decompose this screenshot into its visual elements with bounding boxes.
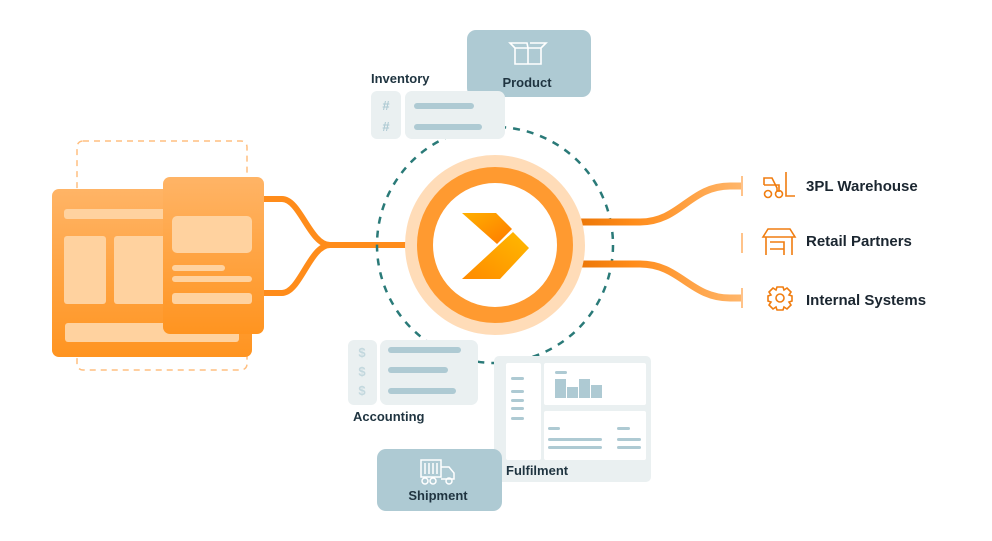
hash-icon: # bbox=[382, 119, 390, 134]
hub-logo bbox=[405, 155, 585, 335]
dollar-icon: $ bbox=[358, 364, 366, 379]
storefront-icon bbox=[761, 228, 797, 255]
fulfilment-card: Fulfilment bbox=[494, 356, 651, 482]
product-label: Product bbox=[502, 75, 552, 90]
accounting-label: Accounting bbox=[353, 409, 425, 424]
destination-retail-partners: Retail Partners bbox=[761, 228, 912, 255]
dollar-icon: $ bbox=[358, 383, 366, 398]
fulfilment-label: Fulfilment bbox=[506, 463, 569, 478]
integration-diagram: Product Inventory # # $ $ $ Accounting F… bbox=[52, 30, 926, 511]
destination-label: 3PL Warehouse bbox=[806, 178, 918, 195]
destination-label: Retail Partners bbox=[806, 233, 912, 250]
connector-lines-left bbox=[262, 196, 420, 296]
shipment-card: Shipment bbox=[377, 449, 502, 511]
destination-3pl-warehouse: 3PL Warehouse bbox=[763, 172, 918, 199]
front-document bbox=[163, 177, 264, 334]
gear-icon bbox=[767, 286, 793, 311]
accounting-card: $ $ $ Accounting bbox=[348, 340, 478, 424]
forklift-icon bbox=[763, 172, 795, 199]
destination-internal-systems: Internal Systems bbox=[767, 286, 926, 311]
shipment-label: Shipment bbox=[408, 488, 468, 503]
hash-icon: # bbox=[382, 98, 390, 113]
dollar-icon: $ bbox=[358, 345, 366, 360]
output-connectors bbox=[560, 176, 743, 308]
inventory-label: Inventory bbox=[371, 71, 430, 86]
destination-label: Internal Systems bbox=[806, 292, 926, 309]
product-card: Product bbox=[467, 30, 591, 97]
source-documents bbox=[52, 140, 420, 371]
